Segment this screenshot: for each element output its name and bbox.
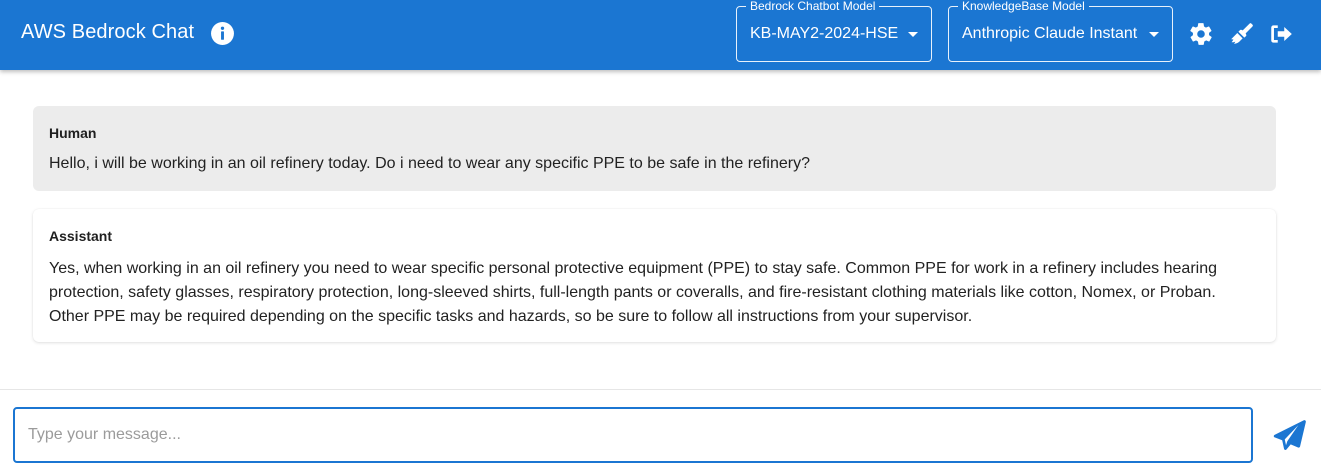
knowledgebase-model-label: KnowledgeBase Model: [958, 0, 1089, 13]
message-input[interactable]: [13, 407, 1253, 463]
knowledgebase-model-value: Anthropic Claude Instant: [962, 25, 1138, 42]
message-text: Hello, i will be working in an oil refin…: [49, 155, 810, 172]
broom-icon[interactable]: [1228, 21, 1254, 47]
message-text: Yes, when working in an oil refinery you…: [49, 260, 1217, 325]
chatbot-model-value: KB-MAY2-2024-HSE: [750, 25, 899, 42]
chatbot-model-label: Bedrock Chatbot Model: [746, 0, 880, 13]
message-role: Human: [49, 125, 97, 141]
composer-divider: [0, 389, 1321, 390]
message-human: Human Hello, i will be working in an oil…: [33, 106, 1276, 191]
knowledgebase-model-select[interactable]: KnowledgeBase Model Anthropic Claude Ins…: [948, 0, 1173, 62]
app-title: AWS Bedrock Chat: [21, 21, 195, 43]
chatbot-model-select[interactable]: Bedrock Chatbot Model KB-MAY2-2024-HSE: [736, 0, 932, 62]
chevron-down-icon: [908, 32, 918, 37]
send-icon[interactable]: [1272, 418, 1306, 452]
message-assistant: Assistant Yes, when working in an oil re…: [33, 209, 1276, 342]
info-icon[interactable]: [210, 21, 235, 46]
chevron-down-icon: [1149, 32, 1159, 37]
logout-icon[interactable]: [1268, 21, 1294, 47]
gear-icon[interactable]: [1188, 21, 1214, 47]
message-role: Assistant: [49, 228, 113, 244]
app-bar: AWS Bedrock Chat Bedrock Chatbot Model K…: [0, 0, 1321, 70]
